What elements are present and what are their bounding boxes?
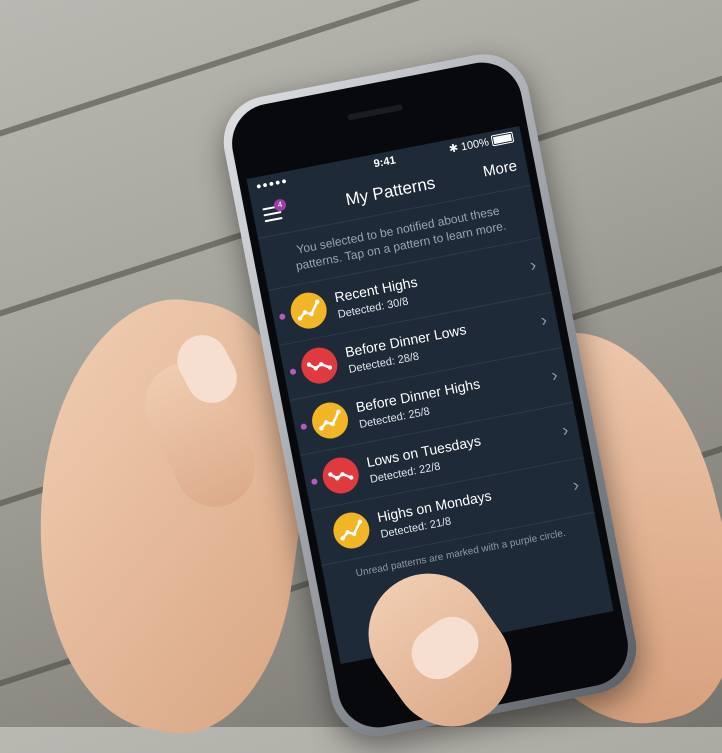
unread-indicator (289, 368, 297, 376)
chevron-right-icon: › (538, 309, 549, 331)
trend-high-icon (287, 289, 330, 332)
unread-indicator (278, 313, 286, 321)
trend-high-icon (330, 509, 373, 552)
pattern-list: Recent Highs Detected: 30/8 › Before Dinner… (268, 237, 595, 566)
chevron-right-icon: › (549, 364, 560, 386)
battery-text: 100% (459, 135, 490, 153)
chevron-right-icon: › (570, 474, 581, 496)
chevron-right-icon: › (528, 254, 538, 276)
bluetooth-icon: ✱ (448, 142, 460, 156)
trend-low-icon (319, 454, 362, 497)
unread-indicator (310, 478, 318, 486)
trend-high-icon (308, 399, 352, 442)
chevron-right-icon: › (560, 419, 570, 441)
trend-low-icon (298, 344, 341, 387)
battery-icon (490, 131, 515, 147)
unread-indicator (300, 423, 308, 431)
